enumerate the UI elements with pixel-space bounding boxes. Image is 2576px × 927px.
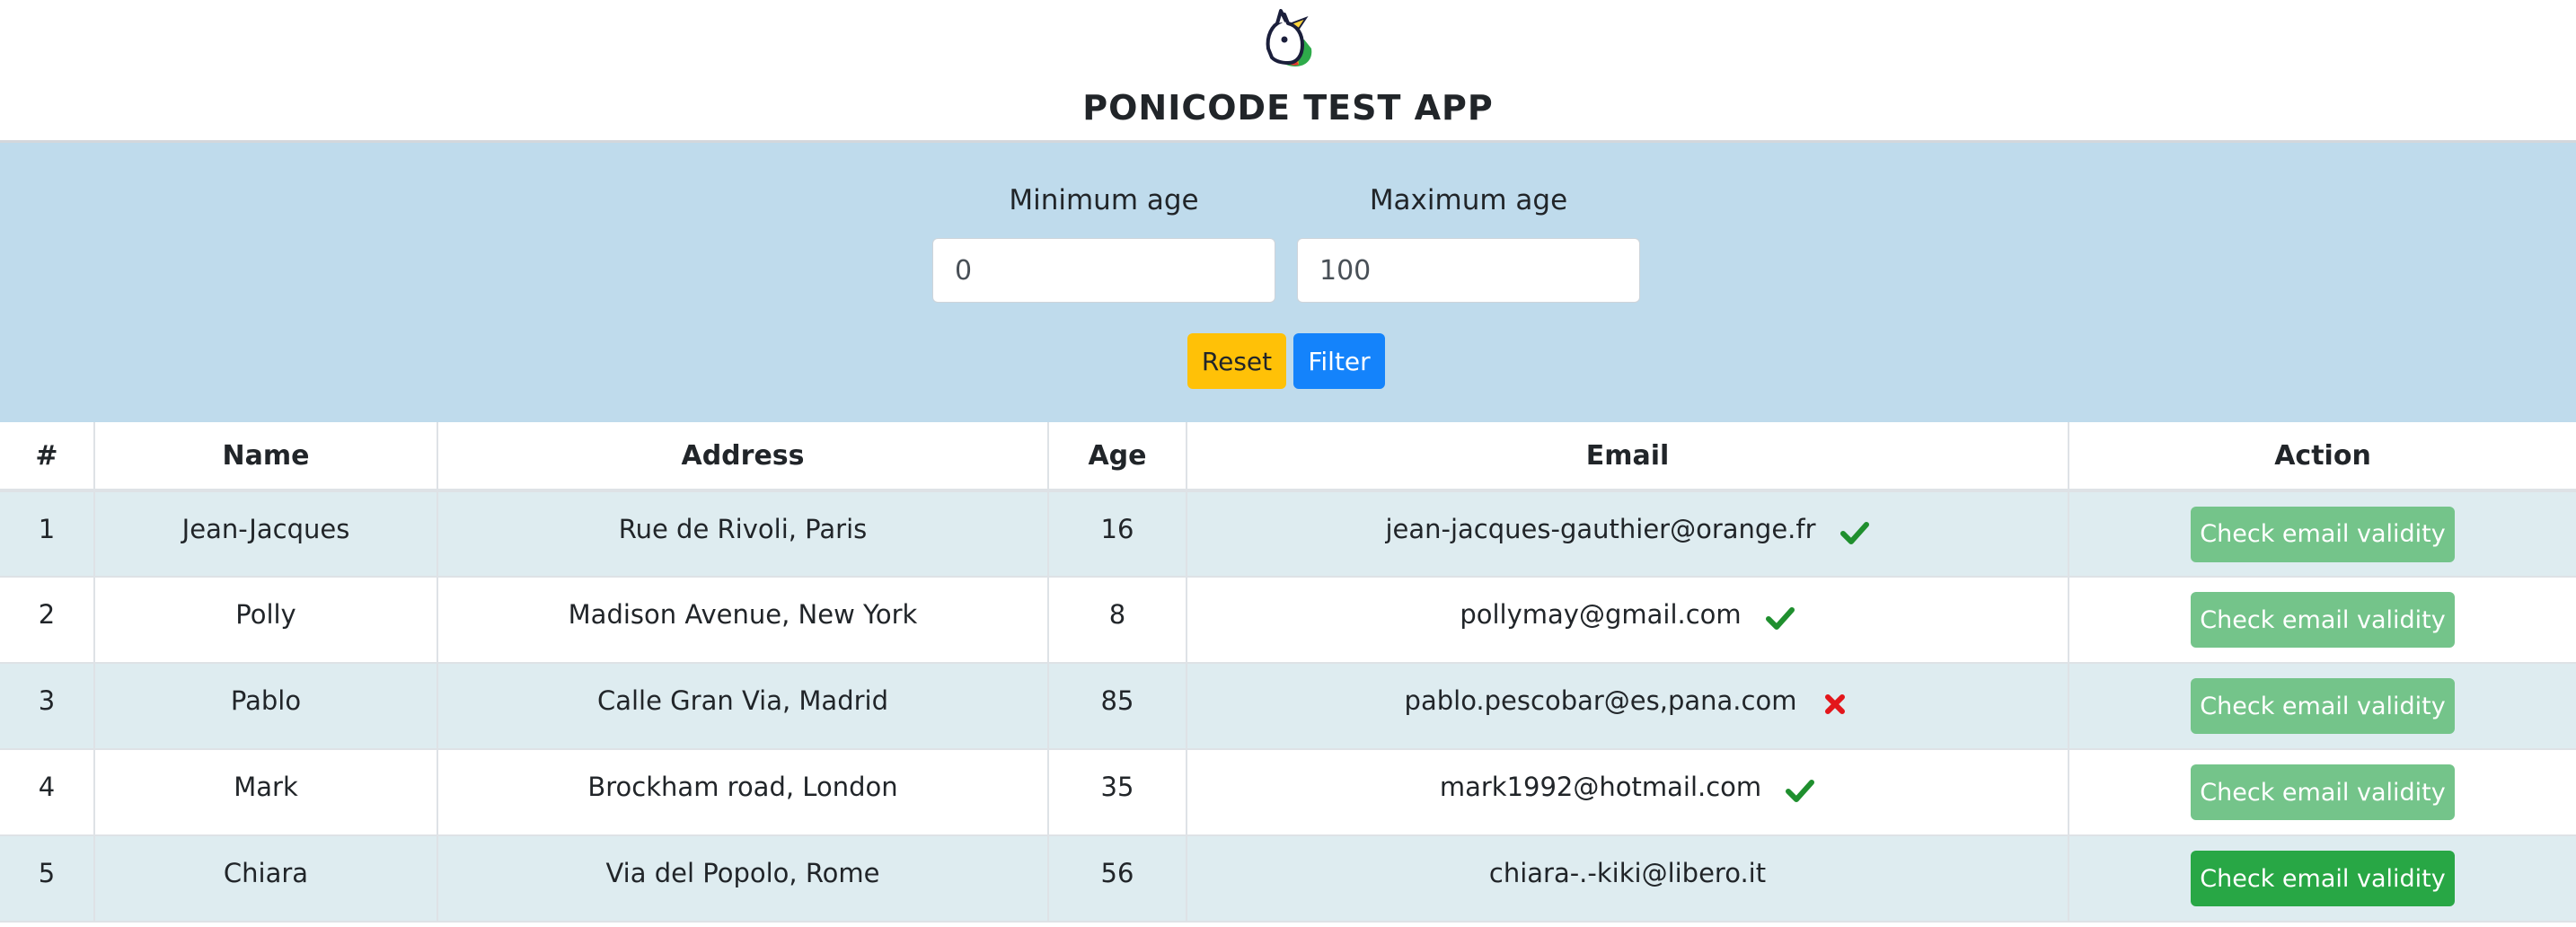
row-address: Brockham road, London — [437, 749, 1049, 836]
row-index: 2 — [0, 577, 95, 664]
app-header: PONICODE TEST APP — [0, 0, 2576, 143]
check-email-validity-button[interactable]: Check email validity — [2191, 678, 2455, 734]
email-wrap: pollymay@gmail.com — [1460, 599, 1795, 630]
row-email: pollymay@gmail.com — [1460, 599, 1742, 630]
row-name: Pablo — [94, 663, 438, 750]
users-table: # Name Address Age Email Action 1 Jean-J… — [0, 422, 2576, 923]
row-address: Madison Avenue, New York — [437, 577, 1049, 664]
age-filter-panel: Minimum age Maximum age Reset Filter — [0, 143, 2576, 422]
check-email-validity-button[interactable]: Check email validity — [2191, 506, 2455, 562]
row-email: mark1992@hotmail.com — [1439, 772, 1762, 802]
row-age: 16 — [1048, 490, 1187, 578]
checkmark-icon — [1839, 521, 1869, 544]
row-age: 56 — [1048, 835, 1187, 923]
row-name: Jean-Jacques — [94, 490, 438, 578]
row-age: 8 — [1048, 577, 1187, 664]
table-row: 3 Pablo Calle Gran Via, Madrid 85 pablo.… — [0, 663, 2576, 750]
email-wrap: mark1992@hotmail.com — [1440, 772, 1815, 802]
cross-icon — [1825, 694, 1846, 714]
email-wrap: jean-jacques-gauthier@orange.fr — [1385, 514, 1869, 544]
table-header-row: # Name Address Age Email Action — [0, 422, 2576, 492]
max-age-input[interactable] — [1297, 238, 1640, 303]
row-email-cell: pablo.pescobar@es,pana.com — [1187, 663, 2069, 750]
row-action-cell: Check email validity — [2069, 663, 2576, 750]
row-email: jean-jacques-gauthier@orange.fr — [1385, 513, 1816, 544]
row-index: 5 — [0, 835, 95, 923]
email-wrap: pablo.pescobar@es,pana.com — [1405, 685, 1851, 716]
row-email-cell: jean-jacques-gauthier@orange.fr — [1187, 490, 2069, 578]
column-header-name: Name — [94, 422, 438, 492]
row-email: chiara-.-kiki@libero.it — [1488, 858, 1767, 888]
check-email-validity-button[interactable]: Check email validity — [2191, 851, 2455, 906]
email-wrap: chiara-.-kiki@libero.it — [1489, 858, 1766, 888]
column-header-action: Action — [2069, 422, 2576, 492]
check-email-validity-button[interactable]: Check email validity — [2191, 592, 2455, 648]
column-header-address: Address — [437, 422, 1049, 492]
column-header-index: # — [0, 422, 95, 492]
row-address: Rue de Rivoli, Paris — [437, 490, 1049, 578]
table-row: 5 Chiara Via del Popolo, Rome 56 chiara-… — [0, 835, 2576, 923]
row-index: 3 — [0, 663, 95, 750]
checkmark-icon — [1786, 780, 1815, 802]
checkmark-icon — [1765, 607, 1795, 630]
row-action-cell: Check email validity — [2069, 835, 2576, 923]
row-email-cell: chiara-.-kiki@libero.it — [1187, 835, 2069, 923]
check-email-validity-button[interactable]: Check email validity — [2191, 764, 2455, 820]
row-email-cell: pollymay@gmail.com — [1187, 577, 2069, 664]
column-header-age: Age — [1048, 422, 1187, 492]
row-email: pablo.pescobar@es,pana.com — [1404, 685, 1797, 716]
row-address: Calle Gran Via, Madrid — [437, 663, 1049, 750]
min-age-label: Minimum age — [1009, 184, 1199, 216]
row-name: Chiara — [94, 835, 438, 923]
row-action-cell: Check email validity — [2069, 749, 2576, 836]
row-action-cell: Check email validity — [2069, 490, 2576, 578]
table-row: 4 Mark Brockham road, London 35 mark1992… — [0, 749, 2576, 836]
filter-button[interactable]: Filter — [1293, 333, 1385, 389]
unicorn-logo-icon — [1266, 9, 1312, 66]
row-index: 1 — [0, 490, 95, 578]
table-row: 1 Jean-Jacques Rue de Rivoli, Paris 16 j… — [0, 490, 2576, 578]
row-address: Via del Popolo, Rome — [437, 835, 1049, 923]
row-name: Mark — [94, 749, 438, 836]
max-age-label: Maximum age — [1369, 184, 1568, 216]
row-email-cell: mark1992@hotmail.com — [1187, 749, 2069, 836]
reset-button[interactable]: Reset — [1187, 333, 1286, 389]
app-title: PONICODE TEST APP — [1082, 88, 1494, 128]
max-age-field: Maximum age — [1297, 182, 1640, 303]
row-age: 85 — [1048, 663, 1187, 750]
column-header-email: Email — [1187, 422, 2069, 492]
table-row: 2 Polly Madison Avenue, New York 8 polly… — [0, 577, 2576, 664]
row-action-cell: Check email validity — [2069, 577, 2576, 664]
row-age: 35 — [1048, 749, 1187, 836]
row-index: 4 — [0, 749, 95, 836]
min-age-input[interactable] — [932, 238, 1275, 303]
min-age-field: Minimum age — [932, 182, 1275, 303]
row-name: Polly — [94, 577, 438, 664]
